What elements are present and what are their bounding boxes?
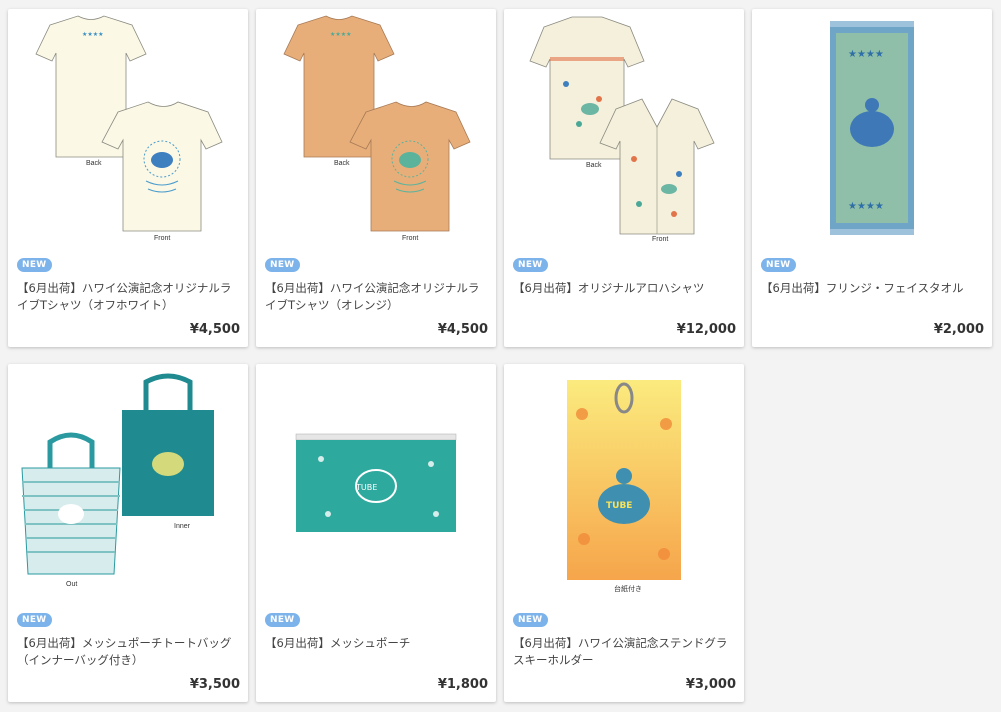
svg-text:★★★★: ★★★★ xyxy=(848,201,884,212)
caption-mount: 台紙付き xyxy=(614,584,642,593)
caption-inner: Inner xyxy=(174,523,191,530)
caption-out: Out xyxy=(66,581,77,588)
svg-text:★★★★: ★★★★ xyxy=(82,31,104,38)
tote-inner-shape xyxy=(122,373,214,516)
product-name[interactable]: 【6月出荷】メッシュポーチトートバッグ（インナーバッグ付き） xyxy=(17,635,241,669)
caption-back: Back xyxy=(86,160,102,167)
new-badge: NEW xyxy=(17,613,52,627)
caption-back: Back xyxy=(334,160,350,167)
product-card[interactable]: Back Front NEW 【6月出荷】オリジナルアロハシャツ ¥12,000 xyxy=(504,9,744,347)
product-image[interactable]: TUBE 台紙付き xyxy=(504,364,744,604)
product-card[interactable]: Inner Out NEW 【6月出荷】メッシュポーチトートバッグ（インナーバッ… xyxy=(8,364,248,702)
caption-front: Front xyxy=(402,235,418,242)
caption-back: Back xyxy=(586,162,602,169)
product-price: ¥1,800 xyxy=(437,677,488,692)
new-badge: NEW xyxy=(265,258,300,272)
towel-shape: ★★★★ ★★★★ xyxy=(830,21,914,235)
svg-text:TUBE: TUBE xyxy=(355,483,377,492)
tshirt-front-shape xyxy=(349,101,471,232)
new-badge: NEW xyxy=(513,258,548,272)
new-badge: NEW xyxy=(513,613,548,627)
product-image[interactable]: ★★★★ Back Front xyxy=(256,9,496,249)
product-price: ¥12,000 xyxy=(676,322,736,337)
product-name[interactable]: 【6月出荷】メッシュポーチ xyxy=(265,635,489,652)
product-card[interactable]: ★★★★ Back Front NEW 【6月出荷】ハワイ公演記念オリジナルライ… xyxy=(256,9,496,347)
svg-text:★★★★: ★★★★ xyxy=(848,49,884,60)
product-price: ¥3,500 xyxy=(189,677,240,692)
aloha-front-shape xyxy=(599,98,715,235)
new-badge: NEW xyxy=(17,258,52,272)
product-grid: ★★★★ Back Front NEW 【6月出荷】ハワイ公演記念オリジナルライ… xyxy=(8,9,992,702)
product-name[interactable]: 【6月出荷】ハワイ公演記念オリジナルライブTシャツ（オレンジ） xyxy=(265,280,489,314)
product-name[interactable]: 【6月出荷】ハワイ公演記念オリジナルライブTシャツ（オフホワイト） xyxy=(17,280,241,314)
product-price: ¥3,000 xyxy=(685,677,736,692)
keyholder-shape: TUBE xyxy=(567,380,681,580)
product-price: ¥4,500 xyxy=(189,322,240,337)
svg-text:TUBE: TUBE xyxy=(606,501,632,511)
product-name[interactable]: 【6月出荷】オリジナルアロハシャツ xyxy=(513,280,737,297)
pouch-shape: TUBE xyxy=(295,433,457,532)
new-badge: NEW xyxy=(265,613,300,627)
product-image[interactable]: TUBE xyxy=(256,364,496,604)
product-image[interactable]: ★★★★ Back Front xyxy=(8,9,248,249)
product-card[interactable]: ★★★★ ★★★★ NEW 【6月出荷】フリンジ・フェイスタオル ¥2,000 xyxy=(752,9,992,347)
caption-front: Front xyxy=(154,235,170,242)
product-card[interactable]: TUBE 台紙付き NEW 【6月出荷】ハワイ公演記念ステンドグラスキーホルダー… xyxy=(504,364,744,702)
tshirt-front-shape xyxy=(101,101,223,232)
product-name[interactable]: 【6月出荷】ハワイ公演記念ステンドグラスキーホルダー xyxy=(513,635,737,669)
caption-front: Front xyxy=(652,236,668,243)
product-name[interactable]: 【6月出荷】フリンジ・フェイスタオル xyxy=(761,280,985,297)
product-image[interactable]: ★★★★ ★★★★ xyxy=(752,9,992,249)
svg-text:★★★★: ★★★★ xyxy=(330,31,352,38)
product-price: ¥4,500 xyxy=(437,322,488,337)
new-badge: NEW xyxy=(761,258,796,272)
product-price: ¥2,000 xyxy=(933,322,984,337)
tote-out-shape xyxy=(21,432,121,575)
product-card[interactable]: TUBE NEW 【6月出荷】メッシュポーチ ¥1,800 xyxy=(256,364,496,702)
product-image[interactable]: Back Front xyxy=(504,9,744,249)
product-card[interactable]: ★★★★ Back Front NEW 【6月出荷】ハワイ公演記念オリジナルライ… xyxy=(8,9,248,347)
product-image[interactable]: Inner Out xyxy=(8,364,248,604)
